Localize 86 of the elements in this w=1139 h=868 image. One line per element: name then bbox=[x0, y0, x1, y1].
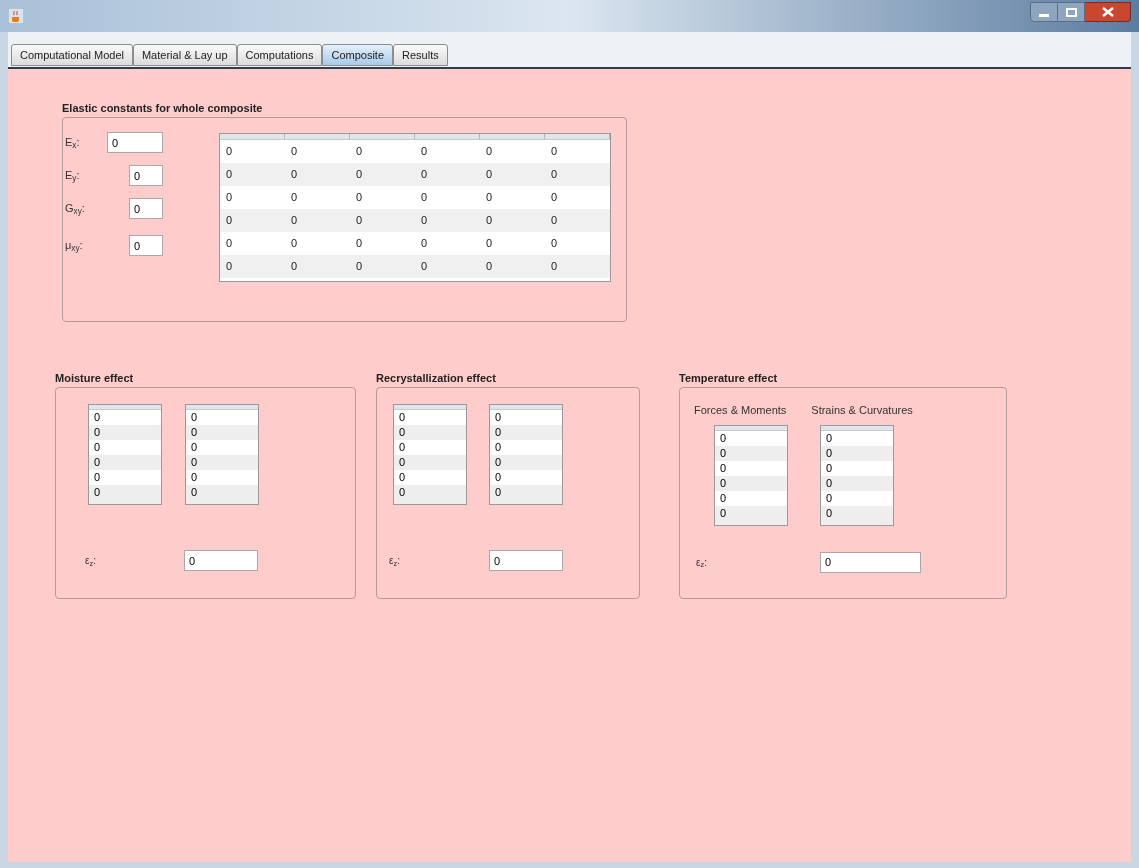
tab[interactable]: Computational Model bbox=[11, 44, 133, 66]
input-field[interactable]: 0 bbox=[107, 132, 163, 153]
list-item[interactable]: 0 bbox=[89, 455, 161, 470]
field-label: ε$_{z}$: bbox=[696, 555, 708, 570]
table-cell-text: 0 bbox=[420, 144, 429, 160]
table-cell-text: 0 bbox=[420, 259, 429, 275]
table-cell-text: 0 bbox=[550, 190, 559, 206]
input-field[interactable]: 0 bbox=[129, 165, 163, 186]
table-cell-text: 0 bbox=[225, 259, 234, 275]
group-title: Temperature effect bbox=[679, 371, 779, 385]
table-cell-text: 0 bbox=[290, 190, 299, 206]
list-item[interactable]: 0 bbox=[490, 425, 562, 440]
table-cell-text: 0 bbox=[355, 144, 364, 160]
table-cell-text: 0 bbox=[290, 236, 299, 252]
field-label: E$_{x}$: bbox=[65, 135, 80, 151]
list-item[interactable]: 0 bbox=[490, 455, 562, 470]
table-cell-text: 0 bbox=[485, 167, 494, 183]
field-label: ε$_{z}$: bbox=[85, 554, 97, 568]
table-cell-text: 0 bbox=[225, 213, 234, 229]
table-cell-text: 0 bbox=[485, 213, 494, 229]
table-cell-text: 0 bbox=[290, 167, 299, 183]
table-cell-text: 0 bbox=[225, 167, 234, 183]
list-item[interactable]: 0 bbox=[394, 455, 466, 470]
list-item[interactable]: 0 bbox=[89, 425, 161, 440]
table-cell-text: 0 bbox=[420, 213, 429, 229]
table-cell-text: 0 bbox=[485, 144, 494, 160]
table-cell-text: 0 bbox=[550, 167, 559, 183]
input-field[interactable]: 0 bbox=[129, 235, 163, 256]
table-cell-text: 0 bbox=[225, 190, 234, 206]
group-title: Recrystallization effect bbox=[376, 371, 497, 385]
tab[interactable]: Computations bbox=[236, 44, 323, 66]
list-box[interactable]: 0 0 0 0 0 0 bbox=[185, 404, 259, 505]
table-cell-text: 0 bbox=[550, 236, 559, 252]
table-cell-text: 0 bbox=[550, 259, 559, 275]
list-item[interactable]: 0 bbox=[394, 485, 466, 500]
field-label: G$_{xy}$: bbox=[65, 201, 85, 217]
list-item[interactable]: 0 bbox=[186, 425, 258, 440]
coffee-cup-icon bbox=[8, 8, 24, 24]
list-box[interactable]: 0 0 0 0 0 0 bbox=[489, 404, 563, 505]
list-box[interactable]: 0 0 0 0 0 0 bbox=[820, 424, 894, 526]
close-icon bbox=[1101, 7, 1114, 17]
table-cell-text: 0 bbox=[550, 144, 559, 160]
table-cell-text: 0 bbox=[290, 213, 299, 229]
table-cell-text: 0 bbox=[420, 236, 429, 252]
group-title: Elastic constants for whole composite bbox=[62, 101, 264, 115]
table-cell-text: 0 bbox=[485, 190, 494, 206]
table-cell-text: 0 bbox=[355, 213, 364, 229]
group-title: Moisture effect bbox=[55, 371, 135, 385]
maximize-button[interactable] bbox=[1058, 2, 1085, 22]
table-cell-text: 0 bbox=[420, 190, 429, 206]
table-cell-text: 0 bbox=[225, 144, 234, 160]
column-heading: Strains & Curvatures bbox=[811, 403, 913, 418]
input-field[interactable]: 0 bbox=[489, 550, 563, 571]
list-box[interactable]: 0 0 0 0 0 0 bbox=[714, 424, 788, 526]
table-cell-text: 0 bbox=[355, 190, 364, 206]
list-box[interactable]: 0 0 0 0 0 0 bbox=[393, 404, 467, 505]
list-box[interactable]: 0 0 0 0 0 0 bbox=[88, 404, 162, 505]
field-label: μ$_{xy}$: bbox=[65, 238, 83, 254]
table-cell-text: 0 bbox=[355, 259, 364, 275]
minimize-button[interactable] bbox=[1030, 2, 1058, 22]
tab[interactable]: Composite bbox=[322, 44, 393, 66]
table-cell-text: 0 bbox=[355, 167, 364, 183]
column-heading: Forces & Moments bbox=[694, 403, 787, 418]
tab[interactable]: Material & Lay up bbox=[132, 44, 237, 66]
table-cell-text: 0 bbox=[290, 259, 299, 275]
field-label: ε$_{z}$: bbox=[389, 554, 401, 568]
list-item[interactable]: 0 bbox=[490, 485, 562, 500]
list-item[interactable]: 0 bbox=[186, 485, 258, 500]
table-cell-text: 0 bbox=[550, 213, 559, 229]
maximize-icon bbox=[1065, 7, 1077, 17]
input-field[interactable]: 0 bbox=[184, 550, 258, 571]
table-cell-text: 0 bbox=[225, 236, 234, 252]
minimize-icon bbox=[1039, 14, 1049, 17]
field-label: E$_{y}$: bbox=[65, 168, 80, 184]
table-cell-text: 0 bbox=[485, 259, 494, 275]
close-button[interactable] bbox=[1085, 2, 1131, 22]
list-item[interactable]: 0 bbox=[186, 455, 258, 470]
table-cell-text: 0 bbox=[420, 167, 429, 183]
tab[interactable]: Results bbox=[393, 44, 448, 66]
table-cell-text: 0 bbox=[485, 236, 494, 252]
input-field[interactable]: 0 bbox=[820, 551, 921, 573]
input-field[interactable]: 0 bbox=[129, 198, 163, 219]
table-cell-text: 0 bbox=[355, 236, 364, 252]
list-item[interactable]: 0 bbox=[89, 485, 161, 500]
list-item[interactable]: 0 bbox=[394, 425, 466, 440]
table-cell-text: 0 bbox=[290, 144, 299, 160]
